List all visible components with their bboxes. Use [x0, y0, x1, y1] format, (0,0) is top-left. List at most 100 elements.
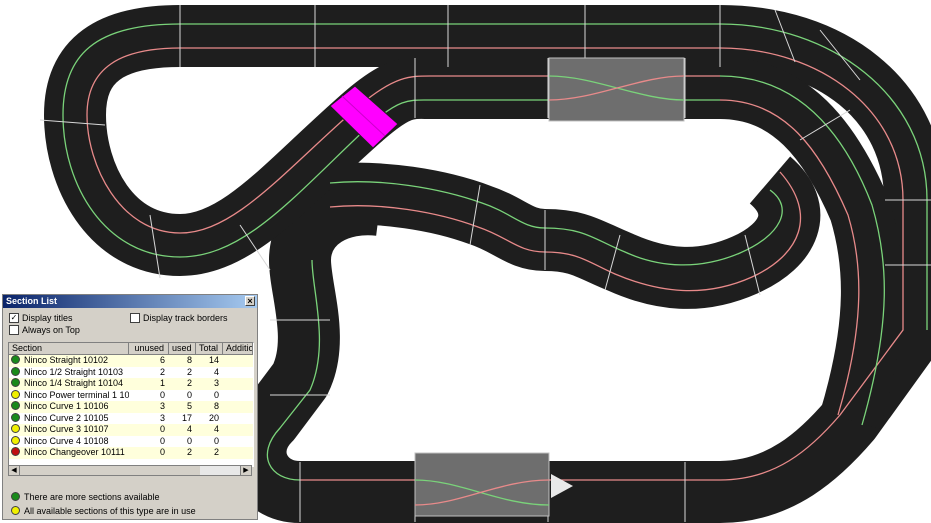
- section-name-text: Ninco Curve 2 10105: [24, 412, 109, 423]
- table-row[interactable]: Ninco Changeover 10111 0 2 2: [9, 447, 253, 459]
- display-track-borders-label: Display track borders: [143, 313, 228, 323]
- used-cell: 2: [186, 366, 192, 377]
- table-header: Section unused used Total Additio: [9, 343, 253, 355]
- green-status-dot-icon: [11, 401, 20, 411]
- total-cell: 14: [208, 355, 219, 365]
- display-titles-option[interactable]: ✓ Display titles: [9, 312, 73, 324]
- display-titles-checkbox[interactable]: ✓: [9, 312, 19, 323]
- used-cell: 0: [186, 389, 192, 400]
- section-name-text: Ninco Changeover 10111: [24, 447, 125, 457]
- additional-cell: [223, 378, 253, 390]
- total-cell: 20: [208, 412, 219, 423]
- section-name-text: Ninco Power terminal 1 10101: [24, 389, 129, 400]
- horizontal-scrollbar[interactable]: ◀ ▶: [8, 465, 252, 476]
- legend-more-available: There are more sections available: [9, 491, 160, 503]
- table-row[interactable]: Ninco Curve 2 10105 3 17 20: [9, 413, 253, 425]
- section-name-text: Ninco Curve 3 10107: [24, 424, 109, 434]
- unused-cell: 0: [159, 447, 165, 457]
- legend-all-in-use: All available sections of this type are …: [9, 505, 196, 517]
- yellow-status-dot-icon: [11, 389, 20, 399]
- total-cell: 0: [213, 389, 219, 400]
- additional-cell: [223, 401, 253, 413]
- table-row[interactable]: Ninco 1/4 Straight 10104 1 2 3: [9, 378, 253, 390]
- legend-more-label: There are more sections available: [24, 492, 160, 502]
- yellow-dot-icon: [11, 506, 20, 516]
- display-titles-label: Display titles: [22, 313, 73, 323]
- unused-cell: 3: [159, 412, 165, 423]
- total-cell: 4: [213, 366, 219, 377]
- green-status-dot-icon: [11, 412, 20, 422]
- unused-cell: 0: [159, 435, 165, 446]
- table-row[interactable]: Ninco Power terminal 1 10101 0 0 0: [9, 390, 253, 402]
- green-dot-icon: [11, 492, 20, 502]
- section-name-text: Ninco Straight 10102: [24, 355, 109, 365]
- additional-cell: [223, 355, 253, 367]
- table-row[interactable]: Ninco Curve 3 10107 0 4 4: [9, 424, 253, 436]
- display-track-borders-checkbox[interactable]: [130, 312, 140, 323]
- additional-cell: [223, 367, 253, 379]
- unused-cell: 0: [159, 389, 165, 400]
- used-cell: 5: [186, 401, 192, 411]
- changeover-bottom[interactable]: [414, 452, 550, 517]
- total-cell: 3: [213, 378, 219, 388]
- section-name-cell: Ninco 1/2 Straight 10103: [9, 367, 129, 379]
- section-name-cell: Ninco Power terminal 1 10101: [9, 390, 129, 402]
- section-name-cell: Ninco Curve 1 10106: [9, 401, 129, 413]
- section-list-titlebar[interactable]: Section List ×: [3, 295, 257, 308]
- yellow-status-dot-icon: [11, 435, 20, 445]
- green-status-dot-icon: [11, 378, 20, 388]
- unused-cell: 1: [159, 378, 165, 388]
- window-title: Section List: [6, 296, 58, 306]
- section-name-text: Ninco 1/2 Straight 10103: [24, 366, 124, 377]
- section-name-text: Ninco Curve 1 10106: [24, 401, 109, 411]
- total-cell: 8: [213, 401, 219, 411]
- scroll-thumb[interactable]: [20, 466, 200, 475]
- legend-all-label: All available sections of this type are …: [24, 506, 196, 516]
- additional-cell: [223, 447, 253, 459]
- col-header-section[interactable]: Section: [9, 343, 129, 355]
- section-name-text: Ninco Curve 4 10108: [24, 435, 109, 446]
- section-name-cell: Ninco Changeover 10111: [9, 447, 129, 459]
- col-header-total[interactable]: Total: [196, 343, 223, 355]
- table-row[interactable]: Ninco Curve 1 10106 3 5 8: [9, 401, 253, 413]
- additional-cell: [223, 424, 253, 436]
- section-name-cell: Ninco Curve 2 10105: [9, 413, 129, 425]
- table-body: Ninco Straight 10102 6 8 14 Ninco 1/2 Straig…: [9, 355, 253, 459]
- section-name-cell: Ninco Curve 4 10108: [9, 436, 129, 448]
- unused-cell: 2: [159, 366, 165, 377]
- used-cell: 2: [186, 447, 192, 457]
- section-table[interactable]: Section unused used Total Additio Ninco …: [8, 342, 254, 467]
- green-status-dot-icon: [11, 355, 20, 365]
- changeover-top[interactable]: [548, 57, 685, 122]
- close-icon[interactable]: ×: [245, 296, 255, 306]
- table-row[interactable]: Ninco Curve 4 10108 0 0 0: [9, 436, 253, 448]
- green-status-dot-icon: [11, 366, 20, 376]
- total-cell: 4: [213, 424, 219, 434]
- scroll-left-icon[interactable]: ◀: [9, 466, 20, 475]
- scroll-right-icon[interactable]: ▶: [240, 466, 251, 475]
- additional-cell: [223, 390, 253, 402]
- always-on-top-option[interactable]: Always on Top: [9, 324, 80, 336]
- section-name-cell: Ninco Curve 3 10107: [9, 424, 129, 436]
- section-name-cell: Ninco 1/4 Straight 10104: [9, 378, 129, 390]
- unused-cell: 6: [159, 355, 165, 365]
- used-cell: 0: [186, 435, 192, 446]
- additional-cell: [223, 436, 253, 448]
- col-header-unused[interactable]: unused: [129, 343, 169, 355]
- additional-cell: [223, 413, 253, 425]
- used-cell: 4: [186, 424, 192, 434]
- always-on-top-checkbox[interactable]: [9, 324, 19, 335]
- total-cell: 2: [213, 447, 219, 457]
- table-row[interactable]: Ninco Straight 10102 6 8 14: [9, 355, 253, 367]
- table-row[interactable]: Ninco 1/2 Straight 10103 2 2 4: [9, 367, 253, 379]
- yellow-status-dot-icon: [11, 424, 20, 434]
- section-list-window[interactable]: Section List × ✓ Display titles Always on…: [2, 294, 258, 520]
- col-header-used[interactable]: used: [169, 343, 196, 355]
- used-cell: 2: [186, 378, 192, 388]
- unused-cell: 0: [159, 424, 165, 434]
- used-cell: 17: [181, 412, 192, 423]
- display-track-borders-option[interactable]: Display track borders: [130, 312, 228, 324]
- unused-cell: 3: [159, 401, 165, 411]
- col-header-additional[interactable]: Additio: [223, 343, 253, 355]
- used-cell: 8: [186, 355, 192, 365]
